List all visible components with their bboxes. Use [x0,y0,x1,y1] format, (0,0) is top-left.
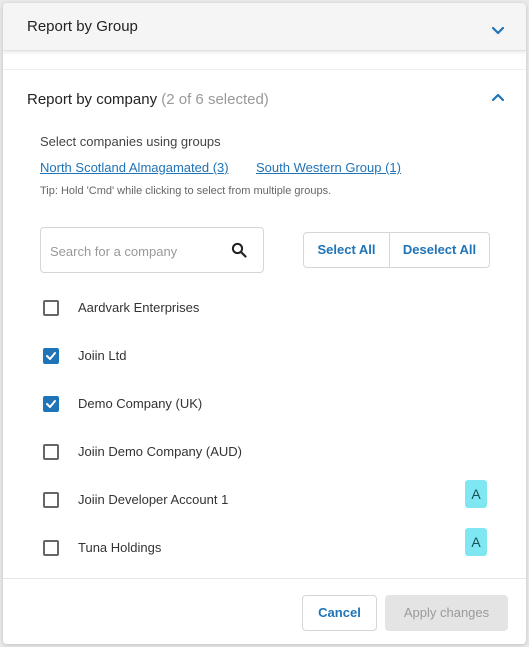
cancel-button[interactable]: Cancel [302,595,377,631]
select-all-button[interactable]: Select All [304,233,390,267]
company-row[interactable]: Demo Company (UK) [43,393,493,417]
company-badge: A [465,528,487,556]
chevron-down-icon[interactable] [490,22,506,38]
selection-count: (2 of 6 selected) [161,91,269,108]
chevron-up-icon[interactable] [490,90,506,106]
company-checkbox[interactable] [43,444,59,460]
company-row[interactable]: Aardvark Enterprises [43,297,493,321]
company-name: Joiin Ltd [78,348,127,363]
company-checkbox[interactable] [43,348,59,364]
report-by-company-title[interactable]: Report by company (2 of 6 selected) [27,91,269,108]
section-divider [3,69,526,70]
company-row[interactable]: Joiin Developer Account 1 A [43,480,493,513]
deselect-all-button[interactable]: Deselect All [390,233,489,267]
company-checkbox[interactable] [43,300,59,316]
company-name: Joiin Developer Account 1 [78,492,229,507]
company-name: Aardvark Enterprises [78,300,200,315]
selection-button-group: Select All Deselect All [303,232,490,268]
report-by-group-header[interactable]: Report by Group [3,3,526,51]
group-select-hint: Select companies using groups [40,134,221,149]
group-link-north-scotland[interactable]: North Scotland Almagamated (3) [40,160,229,175]
group-link-south-western[interactable]: South Western Group (1) [256,160,401,175]
company-name: Joiin Demo Company (AUD) [78,444,242,459]
company-row[interactable]: Tuna Holdings A [43,528,493,561]
report-by-company-label: Report by company [27,91,158,108]
dialog-footer: Cancel Apply changes [3,578,526,644]
checkmark-icon [46,400,56,408]
company-checkbox[interactable] [43,540,59,556]
checkmark-icon [46,352,56,360]
company-row[interactable]: Joiin Demo Company (AUD) [43,441,493,465]
company-search-input[interactable] [50,241,220,261]
multi-select-tip: Tip: Hold 'Cmd' while clicking to select… [40,185,332,197]
report-panel: Report by Group Report by company (2 of … [3,3,526,644]
apply-changes-button[interactable]: Apply changes [385,595,508,631]
company-name: Tuna Holdings [78,540,162,555]
search-icon[interactable] [231,242,247,263]
company-checkbox[interactable] [43,492,59,508]
company-search-box [40,227,264,273]
report-by-group-title: Report by Group [27,18,138,35]
company-row[interactable]: Joiin Ltd [43,345,493,369]
company-name: Demo Company (UK) [78,396,203,411]
company-badge: A [465,480,487,508]
company-checkbox[interactable] [43,396,59,412]
